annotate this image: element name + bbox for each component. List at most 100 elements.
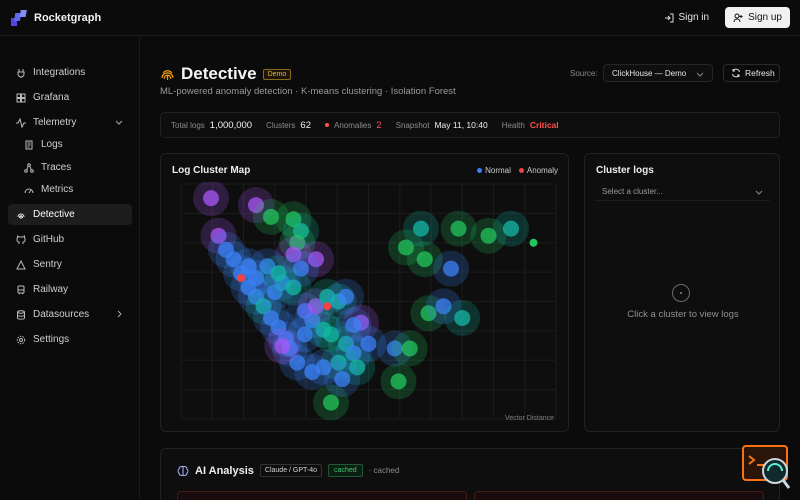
stat-label: Health: [501, 120, 525, 130]
stat-value: 2: [376, 119, 382, 131]
cluster-map-legend: Normal Anomaly: [477, 166, 558, 175]
stat-label: Total logs: [171, 120, 205, 130]
anomaly-dot-icon: [324, 123, 329, 127]
sidebar-item-logs[interactable]: Logs: [16, 134, 132, 155]
empty-state-text: Click a cluster to view logs: [627, 309, 739, 320]
legend-anomaly-dot-icon: [518, 168, 524, 173]
stat-value: 1,000,000: [209, 119, 253, 131]
cluster-point[interactable]: [444, 299, 481, 336]
fingerprint-icon: [17, 213, 25, 219]
dashboard-icon: [16, 93, 26, 102]
cluster-map-title: Log Cluster Map: [172, 165, 251, 176]
sign-in-label: Sign in: [678, 12, 710, 23]
cluster-map-canvas[interactable]: [171, 182, 560, 422]
stat-clusters: Clusters 62: [266, 120, 311, 131]
cached-text: · cached: [368, 466, 400, 475]
railway-icon: [17, 285, 25, 294]
anomaly-point[interactable]: [529, 238, 538, 247]
cluster-logs-panel: Cluster logs Select a cluster... Click a…: [584, 153, 780, 432]
anomaly-point[interactable]: [237, 274, 245, 282]
network-icon: [24, 162, 34, 173]
sidebar-item-label: Settings: [33, 334, 70, 345]
cluster-point[interactable]: [335, 307, 372, 343]
brand[interactable]: Rocketgraph: [10, 9, 101, 27]
stat-snapshot: Snapshot May 11, 10:40: [396, 120, 488, 130]
cluster-point[interactable]: [380, 363, 417, 400]
login-icon: [664, 13, 673, 22]
database-icon: [17, 309, 25, 320]
cluster-point[interactable]: [391, 330, 428, 367]
sidebar-item-integrations[interactable]: Integrations: [8, 62, 132, 83]
cluster-point[interactable]: [493, 210, 529, 247]
cluster-select-placeholder: Select a cluster...: [602, 187, 663, 196]
cluster-select[interactable]: Select a cluster...: [594, 183, 770, 201]
stat-label: Anomalies: [333, 120, 372, 130]
sidebar-item-label: Railway: [33, 284, 69, 295]
refresh-icon: [732, 68, 740, 78]
sidebar-item-metrics[interactable]: Metrics: [16, 179, 132, 200]
sidebar-item-label: GitHub: [33, 234, 65, 245]
sentry-icon: [16, 259, 26, 269]
cluster-point[interactable]: [324, 361, 361, 398]
sidebar-item-settings[interactable]: Settings: [8, 329, 132, 350]
cluster-map-panel: Log Cluster Map Normal Anomaly Vector Di…: [160, 153, 569, 432]
source-select[interactable]: ClickHouse — Demo: [603, 64, 713, 82]
plug-icon: [17, 68, 25, 78]
activity-icon: [16, 117, 26, 128]
sign-up-button[interactable]: Sign up: [725, 7, 790, 28]
sidebar-item-detective[interactable]: Detective: [8, 204, 132, 225]
sidebar-item-datasources[interactable]: Datasources: [8, 304, 132, 325]
chevron-down-icon: [755, 190, 763, 195]
sidebar-item-label: Sentry: [33, 259, 62, 270]
legend-label: Normal: [485, 166, 511, 175]
sidebar-item-label: Telemetry: [33, 117, 77, 128]
refresh-label: Refresh: [745, 68, 775, 78]
stat-total-logs: Total logs 1,000,000: [171, 120, 252, 131]
stat-label: Snapshot: [395, 120, 430, 130]
empty-state-icon: [672, 284, 690, 302]
stat-anomalies: Anomalies 2: [324, 119, 382, 131]
source-value: ClickHouse — Demo: [612, 69, 687, 78]
cluster-point[interactable]: [193, 182, 229, 217]
cluster-logs-title: Cluster logs: [596, 165, 654, 176]
chevron-down-icon: [696, 72, 704, 77]
ai-result-card[interactable]: [177, 491, 467, 500]
stat-value: May 11, 10:40: [434, 120, 488, 130]
chevron-down-icon[interactable]: [114, 117, 124, 127]
model-badge: Claude / GPT-4o: [259, 464, 323, 477]
gear-icon: [16, 335, 26, 344]
top-bar: Rocketgraph Sign in Sign up: [0, 0, 800, 36]
sidebar-item-sentry[interactable]: Sentry: [8, 254, 132, 275]
cluster-point[interactable]: [403, 210, 439, 247]
sidebar-item-railway[interactable]: Railway: [8, 279, 132, 300]
sidebar-item-label: Detective: [33, 209, 75, 220]
chevron-right-icon[interactable]: [114, 309, 124, 319]
page-title-text: Detective: [181, 64, 257, 83]
cluster-point[interactable]: [286, 316, 323, 353]
assistant-terminal-icon[interactable]: [741, 444, 791, 490]
cluster-point[interactable]: [260, 255, 297, 292]
sidebar-item-github[interactable]: GitHub: [8, 229, 132, 250]
github-icon: [16, 234, 26, 244]
sidebar-item-telemetry[interactable]: Telemetry: [8, 112, 132, 133]
sign-in-button[interactable]: Sign in: [656, 8, 718, 27]
stat-value: 62: [300, 119, 311, 131]
sidebar-item-traces[interactable]: Traces: [16, 157, 132, 178]
stat-value: Critical: [529, 120, 559, 130]
brain-icon: [177, 465, 189, 476]
anomaly-point[interactable]: [323, 302, 332, 311]
cluster-point[interactable]: [440, 210, 477, 247]
stat-health: Health Critical: [502, 120, 559, 130]
refresh-button[interactable]: Refresh: [723, 64, 780, 82]
cluster-point[interactable]: [433, 250, 469, 287]
sidebar: Integrations Grafana Telemetry Logs Trac…: [0, 36, 140, 500]
legend-label: Anomaly: [526, 166, 558, 175]
ai-analysis-header: AI Analysis Claude / GPT-4o cached · cac…: [177, 464, 399, 477]
ai-result-card[interactable]: [474, 491, 764, 500]
gauge-icon: [24, 188, 34, 193]
sidebar-item-label: Datasources: [33, 309, 90, 320]
sidebar-item-grafana[interactable]: Grafana: [8, 87, 132, 108]
cached-badge: cached: [328, 464, 363, 477]
stat-label: Clusters: [266, 120, 296, 130]
ai-analysis-title: AI Analysis: [195, 464, 254, 477]
